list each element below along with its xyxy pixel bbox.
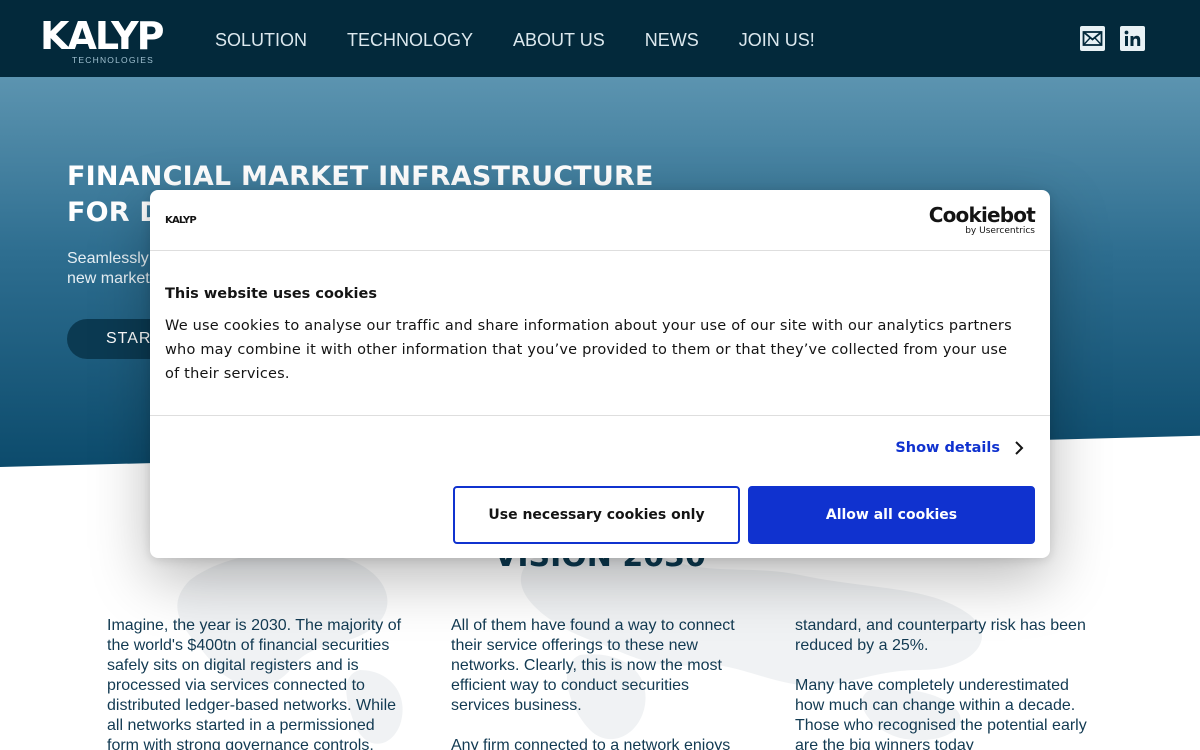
vision-paragraph: Many have completely underestimated how …: [795, 677, 1087, 750]
cookiebot-wordmark: Cookiebot: [928, 203, 1036, 227]
site-header: KALYP TECHNOLOGIES SOLUTION TECHNOLOGY A…: [0, 0, 1200, 77]
nav-item-solution[interactable]: SOLUTION: [215, 29, 307, 51]
vision-paragraph: standard, and counterparty risk has been…: [795, 617, 1086, 654]
linkedin-icon[interactable]: [1120, 26, 1145, 51]
nav-item-join-us[interactable]: JOIN US!: [739, 29, 815, 51]
allow-all-cookies-button[interactable]: Allow all cookies: [748, 486, 1035, 544]
cookiebot-byline: by Usercentrics: [965, 226, 1035, 236]
nav-item-about-us[interactable]: ABOUT US: [513, 29, 605, 51]
use-necessary-cookies-button[interactable]: Use necessary cookies only: [453, 486, 740, 544]
divider: [150, 415, 1050, 416]
nav-item-news[interactable]: NEWS: [645, 29, 699, 51]
site-logo-small: KALYP: [165, 215, 197, 226]
vision-column-3: standard, and counterparty risk has been…: [795, 616, 1095, 750]
main-nav: SOLUTION TECHNOLOGY ABOUT US NEWS JOIN U…: [215, 29, 815, 51]
vision-column-1: Imagine, the year is 2030. The majority …: [107, 616, 407, 750]
nav-item-technology[interactable]: TECHNOLOGY: [347, 29, 473, 51]
cookie-dialog-header: KALYP Cookiebot by Usercentrics: [150, 190, 1050, 251]
vision-paragraph: All of them have found a way to connect …: [451, 617, 735, 714]
cookie-title: This website uses cookies: [165, 286, 377, 302]
cookie-consent-dialog: KALYP Cookiebot by Usercentrics This web…: [150, 190, 1050, 558]
vision-paragraph: Any firm connected to a network enjoys: [451, 737, 731, 750]
mail-icon[interactable]: [1080, 26, 1105, 51]
cookie-description: We use cookies to analyse our traffic an…: [165, 318, 1012, 382]
show-details-label: Show details: [895, 440, 1000, 456]
vision-paragraph: Imagine, the year is 2030. The majority …: [107, 617, 402, 750]
cookiebot-logo[interactable]: Cookiebot by Usercentrics: [928, 203, 1036, 236]
chevron-right-icon: [1015, 441, 1024, 455]
logo-subtext: TECHNOLOGIES: [72, 55, 154, 65]
show-details-link[interactable]: Show details: [895, 440, 1024, 456]
kalyp-logo[interactable]: KALYP TECHNOLOGIES: [40, 16, 170, 66]
logo-wordmark: KALYP: [40, 14, 165, 58]
vision-column-2: All of them have found a way to connect …: [451, 616, 751, 750]
